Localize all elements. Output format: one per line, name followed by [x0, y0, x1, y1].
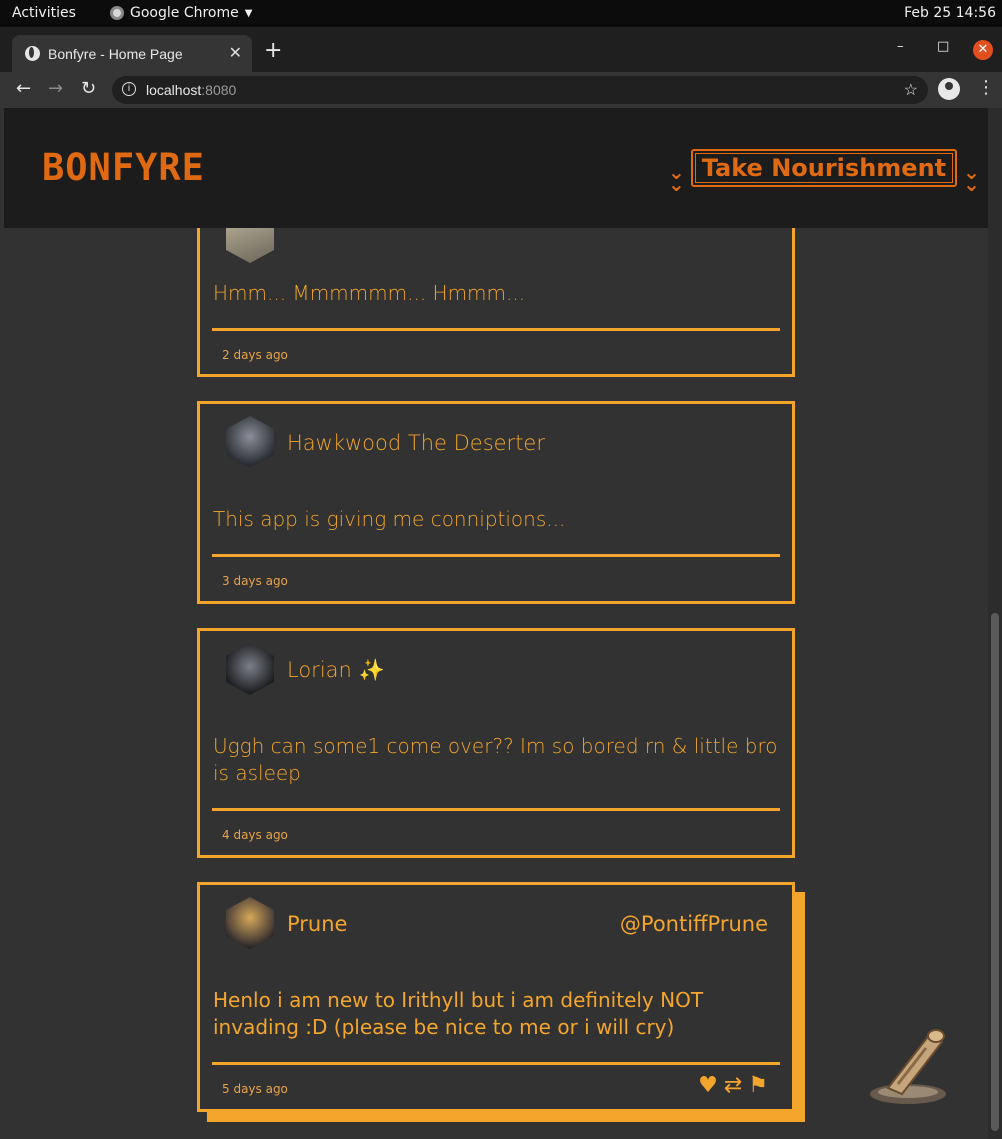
profile-avatar-icon[interactable] — [938, 78, 960, 100]
tab-title: Bonfyre - Home Page — [48, 45, 183, 62]
flag-icon[interactable]: ⚑ — [748, 1073, 768, 1098]
post-actions: ♥ ⇄ ⚑ — [698, 1073, 768, 1098]
maximize-icon[interactable]: □ — [937, 39, 949, 54]
browser-tab-strip: Bonfyre - Home Page ✕ + – □ — [0, 27, 1002, 72]
window-close-button[interactable]: ✕ — [973, 40, 993, 60]
app-menu-label: Google Chrome — [130, 5, 239, 21]
post-timestamp: 3 days ago — [222, 574, 288, 588]
site-logo[interactable]: BONFYRE — [42, 146, 205, 189]
post-divider — [212, 554, 780, 557]
minimize-icon[interactable]: – — [897, 39, 904, 54]
post-timestamp: 4 days ago — [222, 828, 288, 842]
avatar[interactable] — [226, 416, 274, 468]
chrome-icon — [110, 6, 124, 20]
estus-flask-icon[interactable] — [868, 1020, 958, 1110]
post-card: Lorian ✨ Uggh can some1 come over?? Im s… — [197, 628, 795, 858]
post-author[interactable]: Prune — [287, 912, 347, 936]
address-bar[interactable]: i localhost:8080 ☆ — [112, 76, 928, 104]
url-host: localhost — [146, 82, 202, 98]
post-body: Henlo i am new to Irithyll but i am defi… — [213, 988, 704, 1039]
nav-group: ⌄ ⌄ Take Nourishment ⌄ ⌄ — [668, 146, 980, 196]
bookmark-star-icon[interactable]: ☆ — [904, 80, 918, 100]
browser-toolbar: ← → ↻ i localhost:8080 ☆ ⋮ — [0, 72, 1002, 108]
reload-icon[interactable]: ↻ — [81, 78, 96, 99]
back-icon[interactable]: ← — [16, 78, 31, 99]
forward-icon[interactable]: → — [48, 78, 63, 99]
site-header: BONFYRE ⌄ ⌄ Take Nourishment ⌄ ⌄ — [4, 108, 988, 228]
page-viewport: BONFYRE ⌄ ⌄ Take Nourishment ⌄ ⌄ Hmm... Mm… — [0, 108, 988, 1139]
activities-button[interactable]: Activities — [12, 5, 76, 21]
post-body: This app is giving me conniptions... — [213, 507, 566, 531]
post-author[interactable]: Lorian ✨ — [287, 658, 385, 683]
post-card-featured: Prune @PontiffPrune Henlo i am new to Ir… — [197, 882, 795, 1112]
double-chevron-down-icon: ⌄ ⌄ — [668, 160, 685, 196]
double-chevron-down-icon: ⌄ ⌄ — [963, 160, 980, 196]
post-author[interactable]: Hawkwood The Deserter — [287, 431, 545, 455]
post-body: Uggh can some1 come over?? Im so bored r… — [213, 734, 778, 785]
post-handle[interactable]: @PontiffPrune — [620, 912, 768, 936]
url-port: :8080 — [201, 82, 237, 98]
post-timestamp: 2 days ago — [222, 348, 288, 362]
caret-down-icon: ▼ — [244, 7, 253, 19]
system-top-bar: Activities Google Chrome ▼ Feb 25 14:56 — [0, 0, 1002, 27]
scrollbar-thumb[interactable] — [991, 613, 999, 1131]
close-tab-icon[interactable]: ✕ — [229, 43, 242, 62]
heart-icon[interactable]: ♥ — [698, 1073, 718, 1098]
post-divider — [212, 328, 780, 331]
page-scrollbar[interactable] — [988, 108, 1002, 1139]
new-tab-button[interactable]: + — [264, 40, 282, 62]
info-icon[interactable]: i — [122, 82, 136, 96]
repost-icon[interactable]: ⇄ — [724, 1073, 742, 1098]
post-divider — [212, 808, 780, 811]
post-body: Hmm... Mmmmmm... Hmmm... — [213, 281, 526, 305]
take-nourishment-button[interactable]: Take Nourishment — [690, 149, 958, 187]
browser-tab[interactable]: Bonfyre - Home Page ✕ — [12, 35, 252, 72]
avatar[interactable] — [226, 897, 274, 949]
post-timestamp: 5 days ago — [222, 1082, 288, 1096]
post-card: Hawkwood The Deserter This app is giving… — [197, 401, 795, 604]
avatar[interactable] — [226, 643, 274, 695]
post-divider — [212, 1062, 780, 1065]
system-clock[interactable]: Feb 25 14:56 — [904, 5, 996, 21]
browser-menu-icon[interactable]: ⋮ — [977, 77, 995, 98]
app-menu[interactable]: Google Chrome ▼ — [110, 5, 252, 21]
url-text: localhost:8080 — [146, 82, 236, 98]
globe-icon — [25, 46, 40, 61]
